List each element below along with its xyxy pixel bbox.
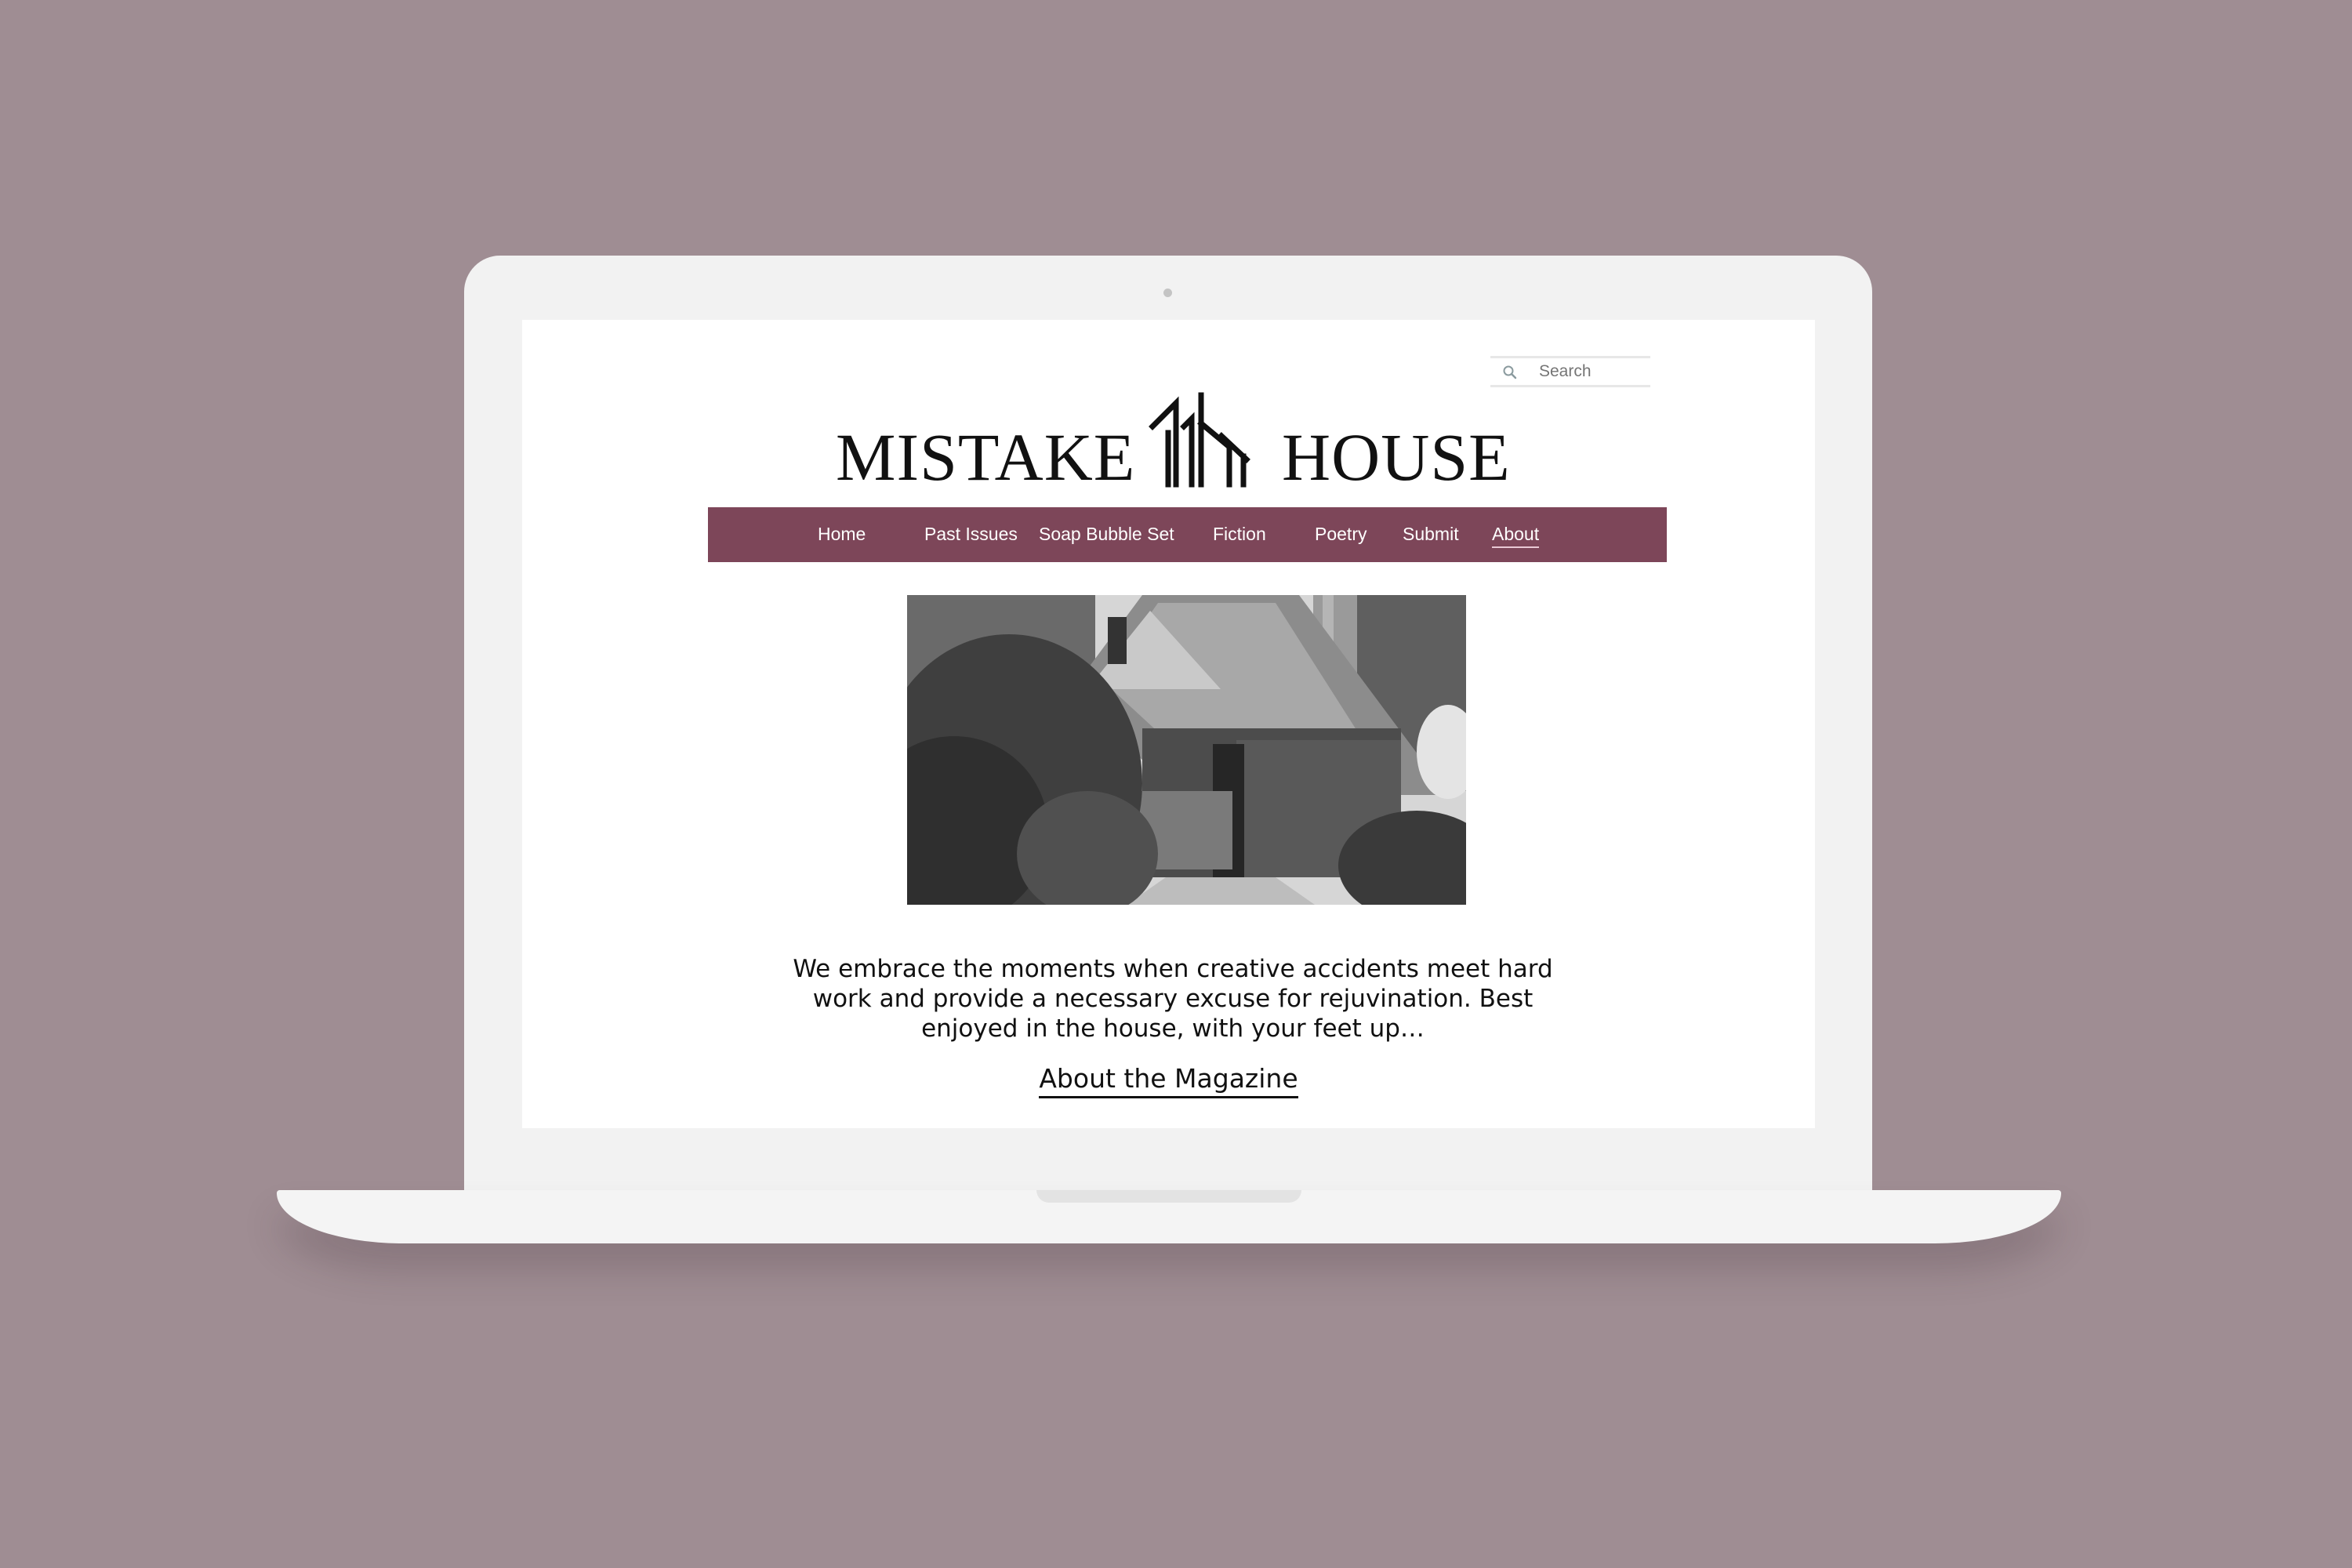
nav-item-submit[interactable]: Submit bbox=[1403, 507, 1459, 562]
site-logo[interactable]: MISTAKE HOUSE bbox=[522, 384, 1815, 502]
nav-item-fiction[interactable]: Fiction bbox=[1213, 507, 1266, 562]
about-magazine-link[interactable]: About the Magazine bbox=[1039, 1063, 1298, 1098]
logo-word-mistake: MISTAKE bbox=[836, 419, 1136, 495]
search-icon[interactable] bbox=[1501, 364, 1519, 381]
hero-photo-house bbox=[907, 595, 1466, 905]
main-nav: Home Past Issues Soap Bubble Set Fiction… bbox=[708, 507, 1667, 562]
nav-item-past-issues[interactable]: Past Issues bbox=[924, 507, 1018, 562]
search-box[interactable] bbox=[1490, 356, 1650, 387]
browser-screen: MISTAKE HOUSE Home Past Issues Soap Bubb… bbox=[522, 320, 1815, 1128]
search-input[interactable] bbox=[1539, 360, 1646, 383]
house-icon bbox=[1149, 392, 1250, 488]
camera-dot bbox=[1163, 289, 1172, 297]
nav-item-home[interactable]: Home bbox=[818, 507, 866, 562]
logo-word-house: HOUSE bbox=[1282, 419, 1511, 495]
cta-wrapper: About the Magazine bbox=[522, 1063, 1815, 1098]
tagline: We embrace the moments when creative acc… bbox=[793, 955, 1553, 1043]
nav-item-about[interactable]: About bbox=[1492, 507, 1540, 562]
laptop-notch bbox=[1036, 1190, 1301, 1203]
stage: MISTAKE HOUSE Home Past Issues Soap Bubb… bbox=[0, 0, 2352, 1568]
nav-item-soap-bubble-set[interactable]: Soap Bubble Set bbox=[1039, 507, 1174, 562]
nav-item-poetry[interactable]: Poetry bbox=[1315, 507, 1367, 562]
